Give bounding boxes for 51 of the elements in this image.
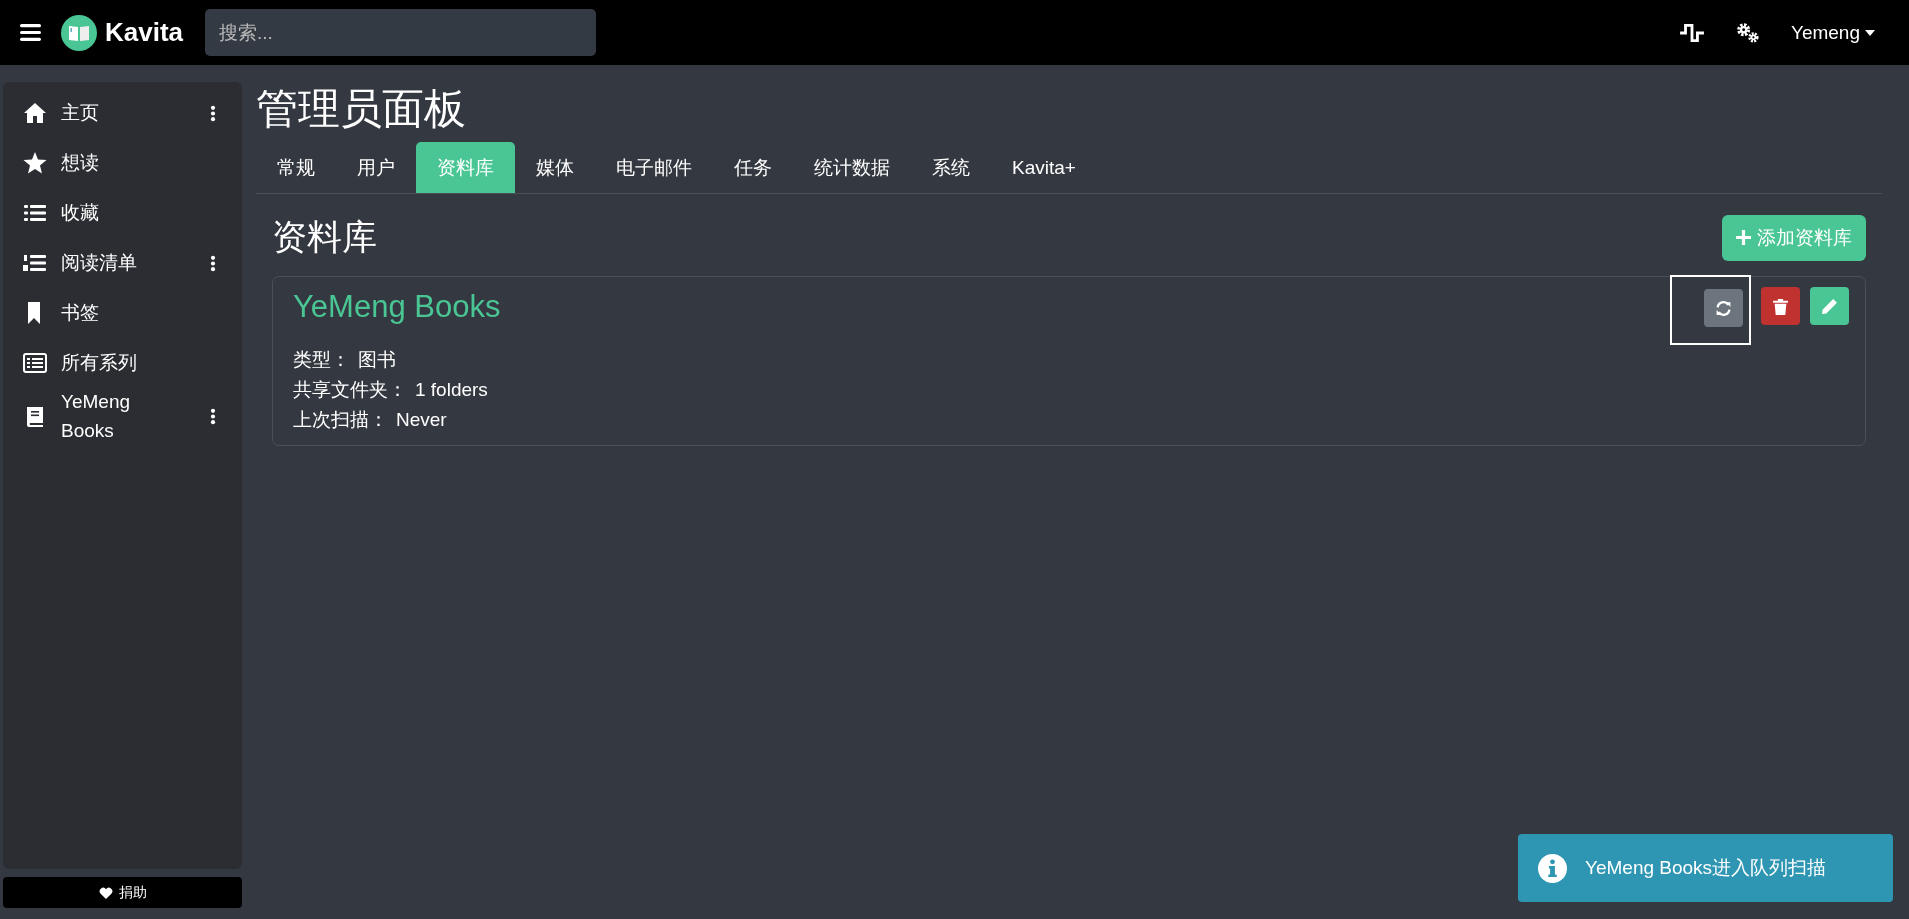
more-options-icon[interactable] xyxy=(210,104,216,122)
brand-name[interactable]: Kavita xyxy=(105,17,184,48)
sidebar-item[interactable]: 主页 xyxy=(61,98,181,128)
logo-icon xyxy=(61,14,97,51)
list-icon xyxy=(23,202,47,224)
numbered-list-icon xyxy=(23,252,47,274)
scan-button[interactable] xyxy=(1704,289,1743,328)
field-label: 类型： xyxy=(293,348,350,373)
home-icon xyxy=(23,102,47,124)
field-value: 图书 xyxy=(358,348,396,373)
caret-icon xyxy=(1865,29,1875,36)
section-title: 资料库 xyxy=(272,216,377,259)
field-value: 1 folders xyxy=(415,378,488,403)
more-options-icon[interactable] xyxy=(210,408,216,425)
field-label: 共享文件夹： xyxy=(293,378,407,403)
delete-button[interactable] xyxy=(1761,287,1800,326)
tab[interactable]: 常规 xyxy=(256,142,336,194)
trash-icon xyxy=(1772,297,1789,315)
sidebar-item[interactable]: 书签 xyxy=(61,298,181,328)
donate-button[interactable]: 捐助 xyxy=(3,877,242,908)
list-card-icon xyxy=(23,352,47,374)
refresh-icon xyxy=(1715,299,1732,317)
info-icon xyxy=(1538,853,1567,883)
library-name-link[interactable]: YeMeng Books xyxy=(293,289,501,326)
star-icon xyxy=(23,152,47,174)
field-value: Never xyxy=(396,408,447,433)
tab[interactable]: 系统 xyxy=(911,142,991,194)
user-menu-button[interactable]: Yemeng xyxy=(1790,21,1875,44)
tab[interactable]: 统计数据 xyxy=(793,142,911,194)
sidebar-item[interactable]: YeMeng Books xyxy=(61,388,181,445)
tab[interactable]: 用户 xyxy=(336,142,416,194)
search-field[interactable]: 搜索... xyxy=(205,9,597,56)
sidebar-item[interactable]: 所有系列 xyxy=(61,348,181,378)
tab[interactable]: 任务 xyxy=(713,142,793,194)
pencil-icon xyxy=(1821,297,1838,315)
plus-icon xyxy=(1736,230,1751,246)
more-options-icon[interactable] xyxy=(210,254,216,272)
pulse-icon[interactable] xyxy=(1678,21,1705,44)
edit-button[interactable] xyxy=(1810,287,1849,326)
page-title: 管理员面板 xyxy=(256,84,467,134)
heart-icon xyxy=(98,886,113,899)
tab[interactable]: Kavita+ xyxy=(991,142,1097,194)
sidebar-item[interactable]: 阅读清单 xyxy=(61,248,181,278)
sidebar-item[interactable]: 收藏 xyxy=(61,198,181,228)
settings-icon[interactable] xyxy=(1734,21,1761,44)
field-label: 上次扫描： xyxy=(293,408,388,433)
tab[interactable]: 媒体 xyxy=(515,142,595,194)
menu-icon[interactable] xyxy=(20,24,41,41)
tab[interactable]: 电子邮件 xyxy=(595,142,713,194)
toast-message: YeMeng Books进入队列扫描 xyxy=(1585,856,1827,880)
sidebar-item[interactable]: 想读 xyxy=(61,148,181,178)
